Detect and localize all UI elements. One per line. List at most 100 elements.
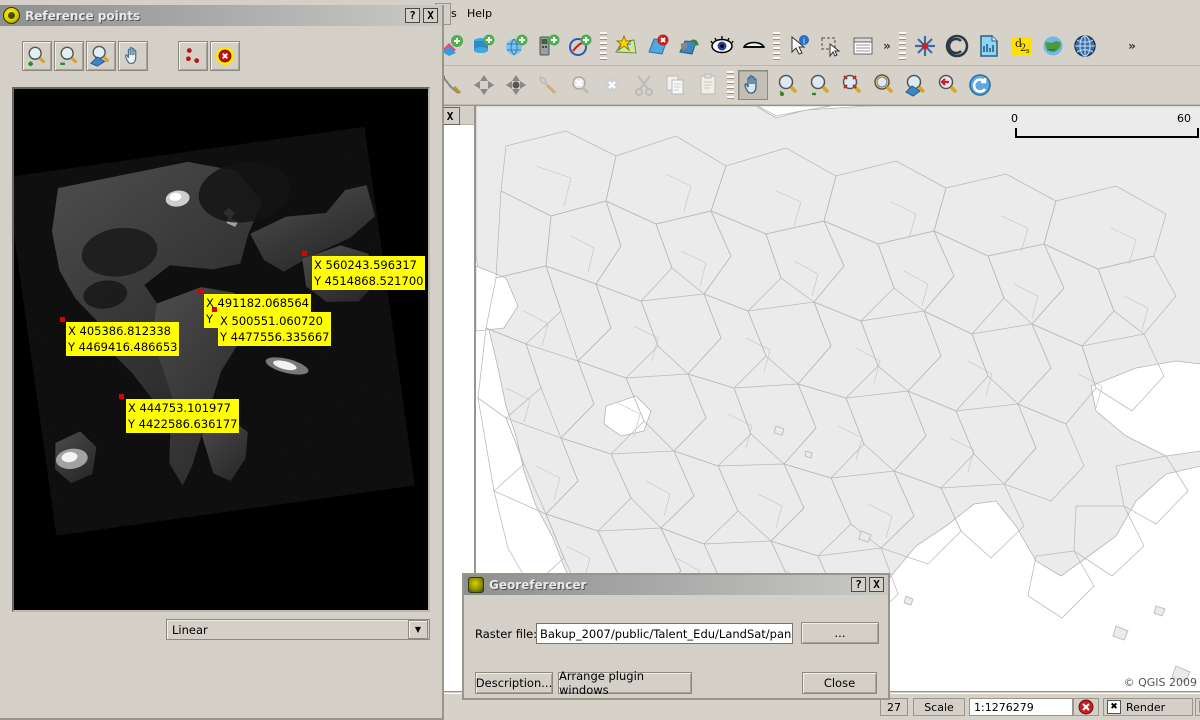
georeferencer-titlebar[interactable]: Georeferencer ? X (464, 575, 888, 595)
new-vector-layer-icon[interactable] (565, 31, 595, 61)
gcp-label-5-x: X 444753.101977 (128, 401, 231, 415)
gcp-label-4-x: X 405386.812338 (68, 324, 171, 338)
arrange-plugin-windows-button[interactable]: Arrange plugin windows (558, 669, 692, 697)
render-toggle[interactable]: ✖ Render (1103, 698, 1193, 716)
transform-type-combobox[interactable]: Linear ▼ (166, 619, 430, 640)
hide-all-layers-icon[interactable] (739, 31, 769, 61)
georeferencer-logo-icon (468, 577, 484, 593)
gcp-label-1: X 560243.596317 Y 4514868.521700 (312, 256, 426, 290)
reference-points-window: Reference points ? X X 560243.596317 Y 4… (0, 5, 444, 720)
qgis-logo-icon (3, 7, 20, 24)
reference-points-title: Reference points (25, 8, 141, 23)
measure-line-icon[interactable] (910, 31, 940, 61)
zoom-to-selection-icon[interactable] (869, 70, 899, 100)
ref-delete-point-button[interactable] (210, 41, 240, 71)
layer-properties-icon[interactable] (675, 31, 705, 61)
close-button[interactable]: Close (802, 672, 877, 694)
gcp-marker[interactable] (60, 317, 65, 322)
reference-points-close-button[interactable]: X (423, 8, 438, 23)
open-project-icon[interactable] (611, 31, 641, 61)
gcp-label-3: X 500551.060720 Y 4477556.335667 (218, 312, 332, 346)
select-features-icon[interactable] (816, 31, 846, 61)
gcp-label-1-y: Y 4514868.521700 (314, 274, 424, 288)
chevron-down-icon[interactable]: ▼ (408, 620, 428, 639)
add-raster-layer-icon[interactable] (533, 31, 563, 61)
raster-file-browse-button[interactable]: ... (801, 622, 879, 644)
gcp-label-4-y: Y 4469416.486653 (68, 340, 178, 354)
projection-properties-icon[interactable] (1070, 31, 1100, 61)
ref-zoom-out-button[interactable] (54, 41, 84, 71)
reference-points-titlebar[interactable]: Reference points ? X (0, 5, 442, 26)
render-checkbox[interactable]: ✖ (1107, 700, 1121, 714)
svg-text:i: i (803, 37, 805, 46)
raster-file-input[interactable]: Bakup_2007/public/Talent_Edu/LandSat/pan… (536, 623, 793, 644)
svg-text:s: s (1026, 47, 1030, 55)
georeferencer-title: Georeferencer (489, 578, 587, 592)
toolbar-grip-1[interactable] (600, 32, 607, 60)
toolbar-grip-3[interactable] (899, 32, 906, 60)
toolbar-row-1: i » d2s » (435, 27, 1200, 66)
map-copyright-label: © QGIS 2009 (1123, 676, 1197, 689)
transform-type-value: Linear (172, 622, 208, 637)
menu-item-help[interactable]: Help (467, 7, 492, 20)
pan-map-icon[interactable] (738, 70, 768, 100)
menubar: s Help (435, 0, 1200, 28)
gcp-label-3-x: X 500551.060720 (220, 314, 323, 328)
zoom-to-layer-icon[interactable] (901, 70, 931, 100)
toolbar-overflow-chevron[interactable]: » (880, 38, 894, 54)
add-postgis-layer-icon[interactable] (469, 31, 499, 61)
cut-features-icon[interactable] (629, 70, 659, 100)
gcp-marker[interactable] (198, 289, 203, 294)
identify-features-icon[interactable]: i (784, 31, 814, 61)
statusbar-scale-label: Scale (913, 698, 965, 716)
raster-preview-canvas[interactable]: X 560243.596317 Y 4514868.521700 X 49118… (12, 87, 430, 612)
description-button[interactable]: Description... (475, 672, 553, 694)
ref-zoom-to-layer-button[interactable] (86, 41, 116, 71)
gcp-label-2-x: X 491182.068564 (206, 296, 309, 310)
ref-zoom-in-button[interactable] (22, 41, 52, 71)
menu-item-truncated[interactable]: s (451, 7, 457, 20)
stop-render-icon[interactable] (1073, 698, 1099, 716)
reference-points-help-button[interactable]: ? (405, 8, 420, 23)
zoom-in-icon[interactable] (773, 70, 803, 100)
paste-features-icon[interactable] (693, 70, 723, 100)
gcp-marker[interactable] (119, 394, 124, 399)
raster-file-label: Raster file: (475, 627, 538, 641)
gcp-marker[interactable] (212, 307, 217, 312)
copy-features-icon[interactable] (661, 70, 691, 100)
delete-vertex-icon[interactable] (565, 70, 595, 100)
ref-pan-button[interactable] (118, 41, 148, 71)
toolbar-overflow-chevron-2[interactable]: » (1125, 38, 1139, 54)
toolbar-grip-2[interactable] (773, 32, 780, 60)
zoom-full-icon[interactable] (837, 70, 867, 100)
georeferencer-close-button[interactable]: X (869, 577, 884, 592)
toolbar-row-2 (435, 66, 1200, 105)
toolbar-grip-4[interactable] (727, 71, 734, 99)
remove-layer-icon[interactable] (643, 31, 673, 61)
render-label: Render (1126, 700, 1166, 714)
delete-selected-icon[interactable] (597, 70, 627, 100)
open-attribute-table-icon[interactable] (848, 31, 878, 61)
georeferencer-dialog: Georeferencer ? X Raster file: Bakup_200… (462, 573, 890, 700)
georeferencer-help-button[interactable]: ? (851, 577, 866, 592)
zoom-last-icon[interactable] (933, 70, 963, 100)
plugin-manager-icon[interactable] (1038, 31, 1068, 61)
new-print-composer-icon[interactable] (974, 31, 1004, 61)
python-console-icon[interactable] (942, 31, 972, 61)
move-feature-icon[interactable] (469, 70, 499, 100)
gcp-marker[interactable] (302, 251, 307, 256)
zoom-out-icon[interactable] (805, 70, 835, 100)
move-vertex-icon[interactable] (501, 70, 531, 100)
ref-add-point-button[interactable] (178, 41, 208, 71)
statusbar-scale-value[interactable]: 1:1276279 (969, 698, 1073, 716)
projection-status-icon[interactable] (1195, 698, 1200, 716)
decorations-icon[interactable]: d2s (1006, 31, 1036, 61)
gcp-label-5: X 444753.101977 Y 4422586.636177 (126, 399, 240, 433)
gcp-label-4: X 405386.812338 Y 4469416.486653 (66, 322, 180, 356)
show-all-layers-icon[interactable] (707, 31, 737, 61)
refresh-icon[interactable] (965, 70, 995, 100)
add-wms-layer-icon[interactable] (501, 31, 531, 61)
add-vertex-icon[interactable] (533, 70, 563, 100)
reference-points-toolbar (0, 27, 442, 83)
statusbar-coordinate: 27 (880, 698, 908, 716)
